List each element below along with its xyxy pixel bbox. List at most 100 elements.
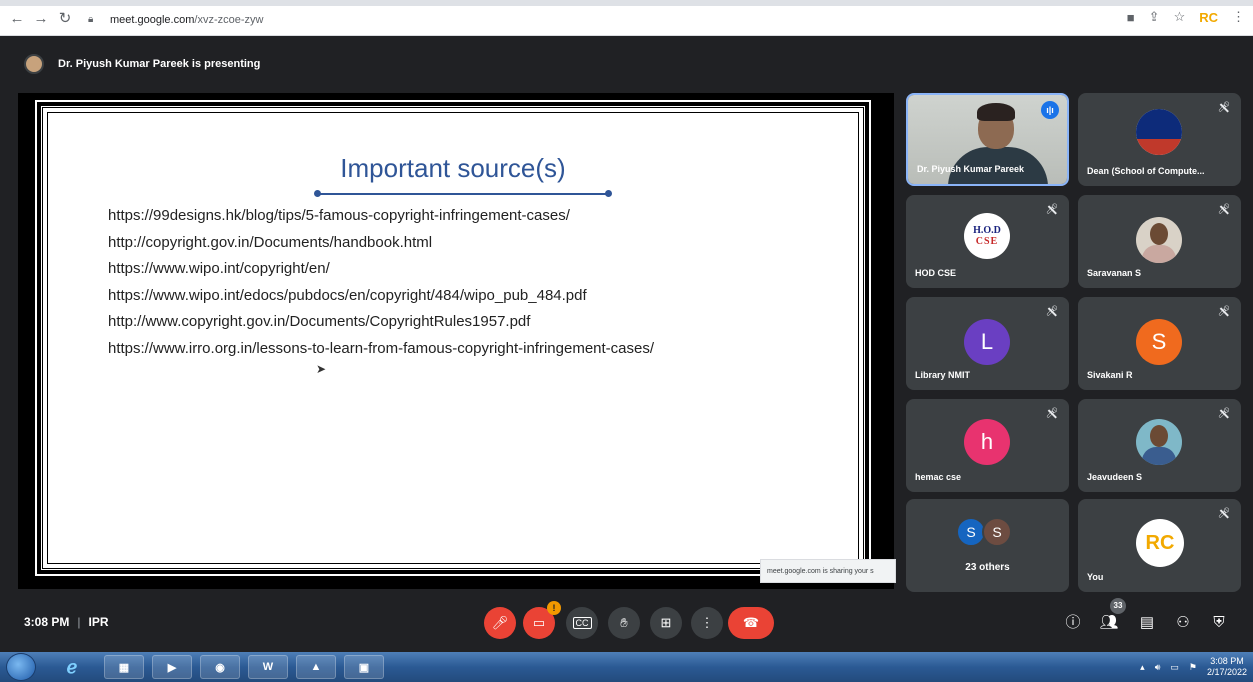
you-logo-text: RC bbox=[1145, 531, 1175, 554]
more-options-button[interactable]: ⋮ bbox=[691, 607, 723, 639]
others-avatars: S S bbox=[956, 517, 1012, 547]
system-clock[interactable]: 3:08 PM 2/17/2022 bbox=[1207, 656, 1247, 678]
mic-off-icon: 🎤︎ bbox=[491, 615, 509, 630]
action-center-flag-icon[interactable]: ⚑ bbox=[1189, 662, 1197, 673]
participant-tile-hod[interactable]: 🎤︎ H.O.D CSE HOD CSE bbox=[906, 195, 1069, 288]
host-controls-icon[interactable]: ⛨ bbox=[1208, 612, 1230, 634]
reload-icon[interactable]: ↻ bbox=[56, 10, 74, 28]
participant-tile-saravanan[interactable]: 🎤︎ Saravanan S bbox=[1078, 195, 1241, 288]
clock-date: 2/17/2022 bbox=[1206, 667, 1247, 677]
word-icon[interactable]: W bbox=[248, 655, 288, 679]
present-icon: ⊞ bbox=[660, 615, 672, 630]
source-item: http://copyright.gov.in/Documents/handbo… bbox=[108, 233, 433, 251]
avatar-initial: L bbox=[980, 329, 994, 354]
presenting-banner: Dr. Piyush Kumar Pareek is presenting bbox=[24, 52, 260, 76]
hod-logo-line1: H.O.D bbox=[973, 224, 1001, 236]
browser-toolbar: ← → ↻ 🔒︎ meet.google.com/xvz-zcoe-zyw ■ … bbox=[0, 0, 1253, 36]
hod-logo-line2: CSE bbox=[975, 235, 999, 247]
captions-icon: CC bbox=[572, 617, 592, 629]
raise-hand-button[interactable]: ✋︎ bbox=[608, 607, 640, 639]
title-underline bbox=[318, 193, 608, 195]
participant-tile-jeavudeen[interactable]: 🎤︎ Jeavudeen S bbox=[1078, 399, 1241, 492]
leave-call-button[interactable]: ☎︎ bbox=[728, 607, 774, 639]
system-tray: ▴ 🔊︎ ▭ ⚑ 3:08 PM 2/17/2022 bbox=[1140, 652, 1247, 682]
hand-icon: ✋︎ bbox=[620, 615, 628, 630]
sources-list: https://99designs.hk/blog/tips/5-famous-… bbox=[108, 203, 654, 362]
mic-off-icon: 🎤︎ bbox=[1217, 508, 1231, 519]
presenter-avatar bbox=[24, 54, 44, 74]
more-vert-icon: ⋮ bbox=[700, 615, 714, 630]
people-icon[interactable]: 👥︎ bbox=[1098, 612, 1120, 634]
participant-name: Saravanan S bbox=[1087, 268, 1142, 278]
slide-frame: Important source(s) https://99designs.hk… bbox=[47, 112, 859, 564]
chrome-icon[interactable]: ◉ bbox=[200, 655, 240, 679]
address-bar[interactable]: 🔒︎ meet.google.com/xvz-zcoe-zyw bbox=[88, 9, 1098, 31]
participant-tile-you[interactable]: 🎤︎ RC You bbox=[1078, 499, 1241, 592]
forward-icon[interactable]: → bbox=[32, 10, 50, 28]
avatar-initial: h bbox=[980, 429, 994, 454]
sharing-notice[interactable]: meet.google.com is sharing your s bbox=[760, 559, 896, 583]
underline-dot-left bbox=[314, 190, 321, 197]
avatar: L bbox=[964, 319, 1010, 365]
sharing-notice-text: meet.google.com is sharing your s bbox=[767, 567, 874, 575]
mic-off-icon: 🎤︎ bbox=[1045, 306, 1059, 317]
participant-tile-library[interactable]: 🎤︎ L Library NMIT bbox=[906, 297, 1069, 390]
mic-off-icon: 🎤︎ bbox=[1217, 204, 1231, 215]
extension-label: RC bbox=[1199, 9, 1218, 25]
meeting-separator: | bbox=[77, 615, 81, 629]
avatar: h bbox=[964, 419, 1010, 465]
mic-off-button[interactable]: 🎤︎ bbox=[484, 607, 516, 639]
back-icon[interactable]: ← bbox=[8, 10, 26, 28]
camera-warning-badge: ! bbox=[547, 601, 561, 615]
participant-tile-presenter[interactable]: ı|ı Dr. Piyush Kumar Pareek bbox=[906, 93, 1069, 186]
url-host: meet.google.com bbox=[110, 14, 195, 26]
remote-desktop-icon[interactable]: ▣ bbox=[344, 655, 384, 679]
participant-name: Sivakani R bbox=[1087, 370, 1133, 380]
volume-icon[interactable]: 🔊︎ bbox=[1155, 662, 1161, 673]
mic-off-icon: 🎤︎ bbox=[1045, 204, 1059, 215]
acrobat-icon[interactable]: ▲ bbox=[296, 655, 336, 679]
present-button[interactable]: ⊞ bbox=[650, 607, 682, 639]
participant-tile-dean[interactable]: 🎤︎ Dean (School of Compute... bbox=[1078, 93, 1241, 186]
share-icon[interactable]: ⇪ bbox=[1149, 9, 1160, 25]
mic-off-icon: 🎤︎ bbox=[1217, 102, 1231, 113]
source-item: https://www.wipo.int/copyright/en/ bbox=[108, 260, 330, 277]
lock-icon[interactable]: 🔒︎ bbox=[88, 14, 100, 26]
bookmark-star-icon[interactable]: ☆ bbox=[1174, 9, 1186, 25]
meeting-name: IPR bbox=[88, 615, 109, 629]
presenter-hair bbox=[977, 103, 1015, 121]
start-button[interactable] bbox=[6, 653, 36, 681]
source-item: https://www.irro.org.in/lessons-to-learn… bbox=[108, 339, 655, 357]
media-player-icon[interactable]: ▶ bbox=[152, 655, 192, 679]
presentation-stage[interactable]: Important source(s) https://99designs.hk… bbox=[18, 93, 894, 589]
activities-icon[interactable]: ⚇ bbox=[1172, 612, 1194, 634]
internet-explorer-icon[interactable]: ℯ bbox=[52, 655, 92, 679]
network-icon[interactable]: ▭ bbox=[1170, 662, 1179, 673]
camera-off-icon: ▭ bbox=[532, 615, 546, 630]
file-explorer-icon[interactable]: ▦ bbox=[104, 655, 144, 679]
underline-dot-right bbox=[605, 190, 612, 197]
participant-name: Jeavudeen S bbox=[1087, 472, 1143, 482]
extension-icon[interactable]: RC bbox=[1199, 10, 1218, 25]
menu-kebab-icon[interactable]: ⋮ bbox=[1232, 9, 1245, 25]
avatar bbox=[1136, 419, 1182, 465]
mic-off-icon: 🎤︎ bbox=[1217, 306, 1231, 317]
avatar: S bbox=[1136, 319, 1182, 365]
camera-indicator-icon[interactable]: ■ bbox=[1127, 10, 1135, 25]
meeting-info-icon[interactable]: ⓘ bbox=[1062, 612, 1084, 634]
source-item: http://www.copyright.gov.in/Documents/Co… bbox=[108, 313, 531, 330]
you-logo: RC bbox=[1136, 519, 1184, 567]
participant-tile-hemac[interactable]: 🎤︎ h hemac cse bbox=[906, 399, 1069, 492]
chat-icon[interactable]: ▤ bbox=[1136, 612, 1158, 634]
participant-name: Dean (School of Compute... bbox=[1087, 166, 1205, 176]
captions-button[interactable]: CC bbox=[566, 607, 598, 639]
clock-time: 3:08 PM bbox=[1210, 656, 1244, 666]
dean-logo bbox=[1136, 109, 1182, 155]
mouse-cursor-icon: ➤ bbox=[316, 362, 327, 376]
participant-tile-others[interactable]: S S 23 others bbox=[906, 499, 1069, 592]
show-hidden-icons-icon[interactable]: ▴ bbox=[1140, 662, 1145, 673]
tab-strip bbox=[0, 0, 1253, 6]
participant-tile-sivakani[interactable]: 🎤︎ S Sivakani R bbox=[1078, 297, 1241, 390]
avatar-initial: S bbox=[992, 524, 1002, 540]
windows-taskbar: ℯ ▦ ▶ ◉ W ▲ ▣ ▴ 🔊︎ ▭ ⚑ 3:08 PM 2/17/2022 bbox=[0, 652, 1253, 682]
